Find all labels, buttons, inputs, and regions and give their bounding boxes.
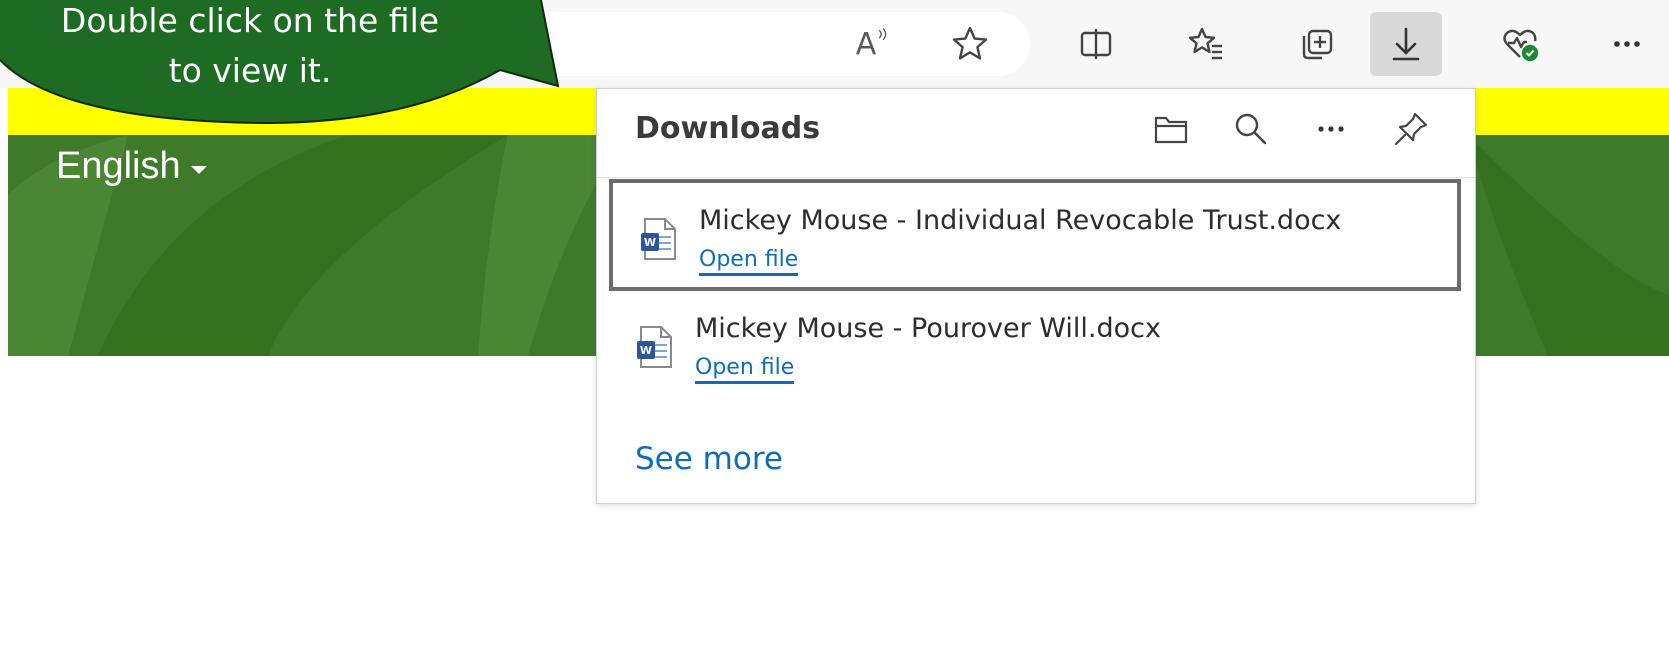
- search-downloads-button[interactable]: [1225, 103, 1277, 155]
- browser-essentials-icon: [1503, 29, 1539, 62]
- word-document-icon: W: [637, 326, 672, 368]
- download-item[interactable]: W Mickey Mouse - Pourover Will.docx Open…: [609, 291, 1461, 403]
- collections-button[interactable]: [1280, 12, 1352, 76]
- favorites-button[interactable]: [1170, 12, 1242, 76]
- pin-icon: [1394, 112, 1428, 146]
- downloads-panel: Downloads W Mickey Mouse - Individual Re…: [596, 88, 1476, 504]
- favorites-icon: [1188, 27, 1222, 60]
- more-menu-icon: [1614, 41, 1640, 47]
- svg-text:W: W: [644, 236, 656, 249]
- collections-icon: [1302, 29, 1333, 60]
- browser-essentials-button[interactable]: [1484, 12, 1556, 76]
- read-aloud-button[interactable]: A: [838, 12, 910, 76]
- downloads-more-options-button[interactable]: [1305, 103, 1357, 155]
- split-screen-icon: [1080, 29, 1112, 59]
- open-file-link[interactable]: Open file: [699, 247, 799, 276]
- svg-text:W: W: [640, 344, 652, 357]
- language-selector[interactable]: English: [56, 145, 207, 188]
- downloads-title: Downloads: [635, 111, 821, 146]
- downloads-actions: [1145, 103, 1437, 155]
- split-screen-button[interactable]: [1060, 12, 1132, 76]
- download-file-name: Mickey Mouse - Pourover Will.docx: [695, 313, 1161, 344]
- word-document-icon: W: [641, 218, 676, 260]
- see-more-link[interactable]: See more: [635, 441, 783, 477]
- caret-down-icon: [190, 165, 207, 174]
- folder-icon: [1154, 116, 1188, 144]
- downloads-button[interactable]: [1370, 12, 1442, 76]
- download-item[interactable]: W Mickey Mouse - Individual Revocable Tr…: [609, 179, 1461, 291]
- search-icon: [1235, 113, 1267, 145]
- pin-downloads-button[interactable]: [1385, 103, 1437, 155]
- callout-line-2: to view it.: [168, 51, 332, 90]
- downloads-icon: [1392, 27, 1420, 61]
- more-options-icon: [1318, 126, 1344, 132]
- callout-line-1: Double click on the file: [60, 1, 440, 40]
- language-label: English: [56, 145, 181, 187]
- panel-divider: [597, 177, 1475, 178]
- more-menu-button[interactable]: [1594, 12, 1660, 76]
- favorite-star-icon: [952, 26, 988, 60]
- read-aloud-icon: A: [856, 27, 893, 62]
- instruction-callout: Double click on the file to view it.: [0, 0, 600, 125]
- open-file-link[interactable]: Open file: [695, 355, 795, 384]
- download-file-name: Mickey Mouse - Individual Revocable Trus…: [699, 205, 1342, 236]
- open-downloads-folder-button[interactable]: [1145, 103, 1197, 155]
- add-favorite-button[interactable]: [934, 12, 1006, 76]
